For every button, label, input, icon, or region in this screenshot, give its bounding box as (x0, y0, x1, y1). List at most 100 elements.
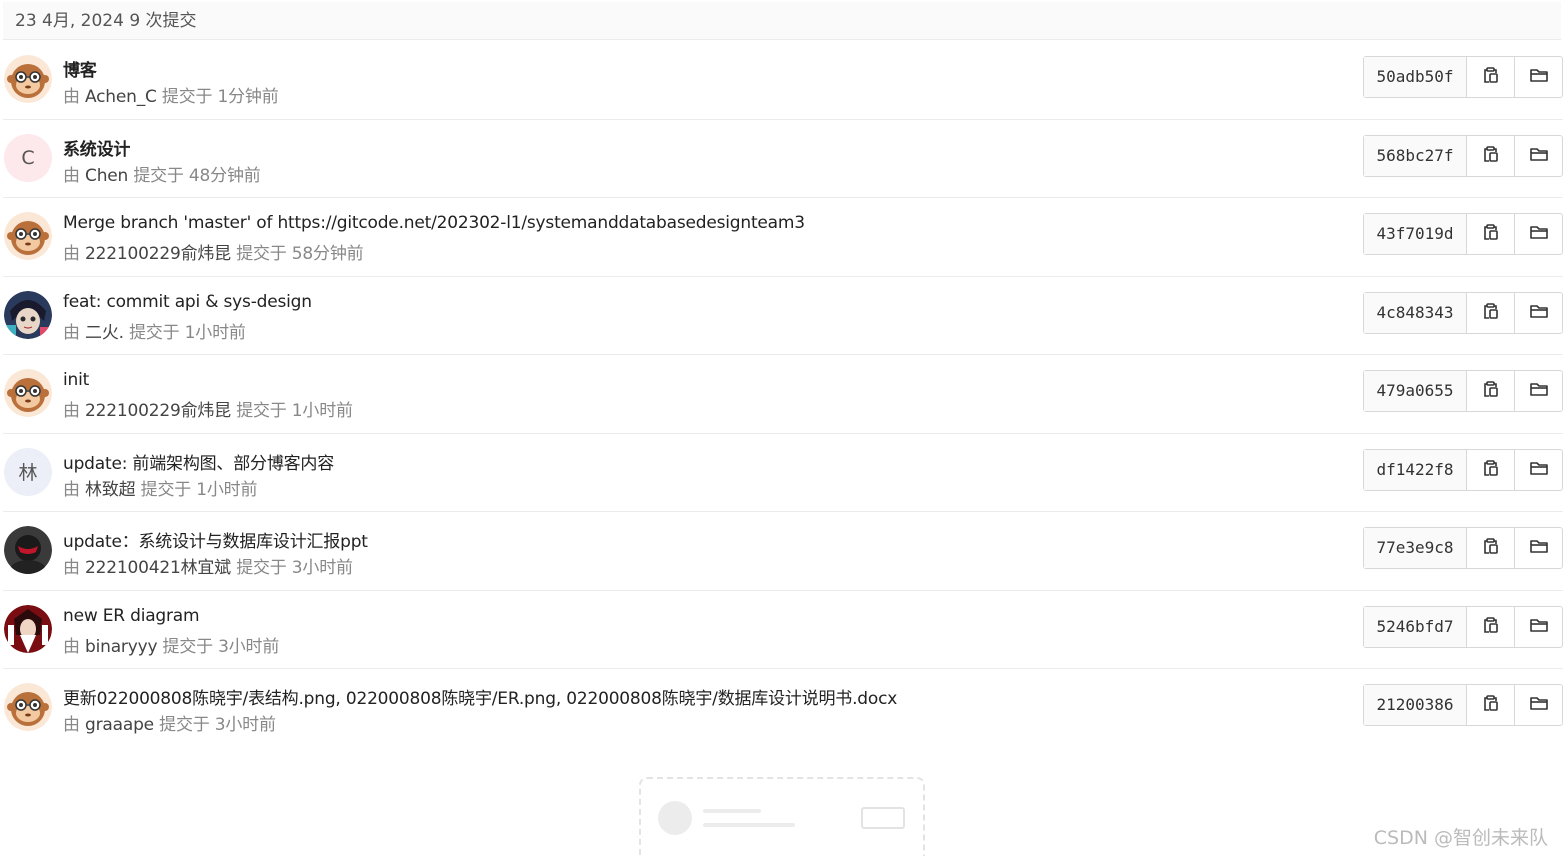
commit-title-link[interactable]: feat: commit api & sys-design (63, 292, 312, 312)
commit-author-link[interactable]: 222100421林宜斌 (85, 558, 231, 578)
copy-sha-button[interactable] (1467, 371, 1515, 411)
commit-history-page: 23 4月, 2024 9 次提交 博客由 Achen_C 提交于 1分钟前 50… (0, 0, 1564, 856)
commit-author-link[interactable]: 二火. (85, 323, 124, 343)
folder-icon (1529, 144, 1549, 168)
folder-icon (1529, 222, 1549, 246)
folder-icon (1529, 458, 1549, 482)
commit-author-link[interactable]: Achen_C (85, 87, 157, 107)
author-avatar[interactable] (4, 290, 52, 339)
browse-files-button[interactable] (1515, 214, 1562, 254)
copy-sha-button[interactable] (1467, 685, 1515, 725)
browse-files-button[interactable] (1515, 528, 1562, 568)
commit-title-link[interactable]: Merge branch 'master' of https://gitcode… (63, 213, 805, 233)
copy-sha-button[interactable] (1467, 135, 1515, 176)
commit-title-link[interactable]: init (63, 370, 89, 390)
commit-title-link[interactable]: 更新022000808陈晓宇/表结构.png, 022000808陈晓宇/ER.… (63, 684, 897, 709)
author-avatar[interactable]: 林 (4, 447, 52, 496)
commit-time: 提交于 1小时前 (140, 479, 258, 500)
commit-meta: 由 Achen_C 提交于 1分钟前 (63, 82, 279, 107)
browse-files-button[interactable] (1515, 685, 1562, 725)
copy-sha-button[interactable] (1467, 449, 1515, 490)
commit-sha-link[interactable]: 43f7019d (1364, 214, 1467, 254)
copy-icon (1481, 301, 1501, 325)
commit-sha-link[interactable]: 21200386 (1364, 685, 1467, 725)
commit-time: 提交于 1小时前 (236, 401, 353, 421)
commit-meta: 由 二火. 提交于 1小时前 (63, 318, 246, 343)
date-group-header: 23 4月, 2024 9 次提交 (3, 2, 1561, 40)
commit-time: 提交于 1分钟前 (161, 87, 279, 107)
commit-author-link[interactable]: 林致超 (85, 480, 136, 500)
meta-prefix: 由 (63, 165, 80, 186)
commit-meta: 由 222100229俞炜昆 提交于 58分钟前 (63, 239, 364, 264)
copy-icon (1481, 536, 1501, 560)
commit-meta: 由 graaape 提交于 3小时前 (63, 710, 276, 735)
commit-row: feat: commit api & sys-design 由 二火. 提交于 1… (3, 277, 1563, 355)
placeholder-line (703, 809, 761, 813)
placeholder-rect (861, 807, 905, 829)
author-avatar[interactable] (4, 212, 52, 260)
copy-icon (1481, 615, 1501, 639)
commit-meta: 由 222100421林宜斌 提交于 3小时前 (63, 553, 353, 578)
placeholder-circle (658, 801, 692, 835)
commit-author-link[interactable]: 222100229俞炜昆 (85, 244, 231, 264)
commit-title-link[interactable]: 博客 (63, 56, 97, 81)
author-avatar[interactable] (4, 55, 52, 103)
commit-sha-link[interactable]: 50adb50f (1364, 57, 1467, 97)
author-avatar[interactable] (4, 604, 52, 653)
browse-files-button[interactable] (1515, 57, 1562, 97)
browse-files-button[interactable] (1515, 607, 1562, 647)
browse-files-button[interactable] (1515, 136, 1562, 176)
folder-icon (1529, 65, 1549, 89)
author-avatar[interactable] (4, 369, 52, 417)
commit-actions: 43f7019d (1363, 213, 1563, 255)
commit-actions: 5246bfd7 (1363, 605, 1563, 648)
copy-sha-button[interactable] (1467, 214, 1515, 254)
browse-files-button[interactable] (1515, 371, 1562, 411)
commit-title-link[interactable]: update：系统设计与数据库设计汇报ppt (63, 527, 368, 552)
commit-sha-link[interactable]: df1422f8 (1364, 449, 1467, 490)
author-avatar[interactable] (4, 683, 52, 731)
commit-sha-link[interactable]: 77e3e9c8 (1364, 528, 1467, 568)
commit-sha-link[interactable]: 4c848343 (1364, 292, 1467, 333)
commit-actions: df1422f8 (1363, 448, 1563, 491)
folder-icon (1529, 379, 1549, 403)
commit-row: update：系统设计与数据库设计汇报ppt 由 222100421林宜斌 提交于… (3, 512, 1563, 591)
commit-meta: 由 林致超 提交于 1小时前 (63, 475, 257, 500)
copy-sha-button[interactable] (1467, 606, 1515, 647)
commit-sha-link[interactable]: 568bc27f (1364, 135, 1467, 176)
copy-sha-button[interactable] (1467, 528, 1515, 568)
commit-actions: 568bc27f (1363, 134, 1563, 177)
meta-prefix: 由 (63, 636, 80, 657)
commit-row: C 系统设计由 Chen 提交于 48分钟前 568bc27f (3, 120, 1563, 198)
commit-row: 博客由 Achen_C 提交于 1分钟前 50adb50f (3, 41, 1563, 120)
commit-author-link[interactable]: 222100229俞炜昆 (85, 401, 231, 421)
commit-title-link[interactable]: new ER diagram (63, 606, 200, 626)
commit-sha-link[interactable]: 479a0655 (1364, 371, 1467, 411)
commit-title-link[interactable]: 系统设计 (63, 135, 130, 160)
browse-files-button[interactable] (1515, 450, 1562, 490)
copy-icon (1481, 144, 1501, 168)
commit-time: 提交于 3小时前 (159, 715, 276, 735)
copy-sha-button[interactable] (1467, 292, 1515, 333)
commit-sha-link[interactable]: 5246bfd7 (1364, 606, 1467, 647)
commit-list: 博客由 Achen_C 提交于 1分钟前 50adb50f C 系统设计由 Chen … (3, 41, 1563, 748)
browse-files-button[interactable] (1515, 293, 1562, 333)
copy-icon (1481, 379, 1501, 403)
copy-icon (1481, 65, 1501, 89)
copy-icon (1481, 458, 1501, 482)
folder-icon (1529, 615, 1549, 639)
commit-author-link[interactable]: binaryyy (85, 637, 157, 657)
commit-actions: 479a0655 (1363, 370, 1563, 412)
folder-icon (1529, 301, 1549, 325)
commit-author-link[interactable]: Chen (85, 166, 128, 186)
commit-time: 提交于 1小时前 (129, 322, 246, 343)
meta-prefix: 由 (63, 322, 80, 343)
commit-row: 更新022000808陈晓宇/表结构.png, 022000808陈晓宇/ER.… (3, 669, 1563, 748)
commit-time: 提交于 3小时前 (162, 636, 280, 657)
copy-sha-button[interactable] (1467, 57, 1515, 97)
watermark: CSDN @智创未来队 (1373, 827, 1548, 849)
commit-author-link[interactable]: graaape (85, 715, 154, 735)
author-avatar[interactable]: C (4, 133, 52, 182)
author-avatar[interactable] (4, 526, 52, 574)
commit-title-link[interactable]: update: 前端架构图、部分博客内容 (63, 449, 334, 474)
